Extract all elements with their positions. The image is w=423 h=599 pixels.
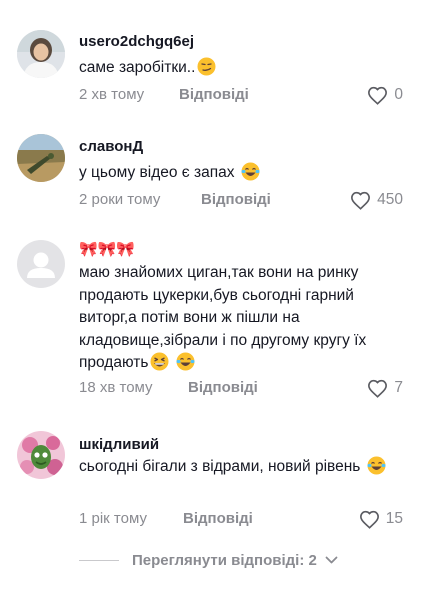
timestamp: 1 рік тому <box>79 510 147 527</box>
reply-button[interactable]: Відповіді <box>188 377 258 399</box>
comment-item: шкідливий сьогодні бігали з відрами, нов… <box>0 430 423 530</box>
reply-button[interactable]: Відповіді <box>183 508 253 530</box>
comment-text: у цьому відео є запах <box>79 162 403 185</box>
like-button[interactable]: 7 <box>367 377 403 399</box>
username[interactable]: шкідливий <box>79 435 403 455</box>
like-count: 7 <box>394 379 403 396</box>
heart-icon <box>368 86 388 105</box>
comment-text-body: сьогодні бігали з відрами, новий рівень <box>79 458 361 475</box>
like-count: 15 <box>385 510 403 527</box>
flower-photo-icon <box>17 431 65 479</box>
like-button[interactable]: 450 <box>350 189 403 211</box>
heart-icon <box>351 191 371 210</box>
comment-item: славонД у цьому відео є запах 2 роки том… <box>0 132 423 212</box>
view-replies-button[interactable]: Переглянути відповіді: 2 <box>79 549 338 571</box>
chevron-down-icon <box>325 556 338 563</box>
reply-button[interactable]: Відповіді <box>179 84 249 106</box>
comment-meta: 2 хв тому Відповіді 0 <box>79 84 403 106</box>
divider <box>79 559 119 561</box>
user-photo-icon <box>17 30 65 78</box>
avatar[interactable] <box>17 30 65 78</box>
landscape-photo-icon <box>17 134 65 182</box>
smirk-emoji-icon <box>197 57 216 76</box>
comment-item: usero2dchgq6ej саме заробітки.. 2 хв том… <box>0 28 423 108</box>
laughing-tears-emoji-icon <box>241 162 260 181</box>
comment-text: маю знайомих циган,так вони на ринку про… <box>79 262 403 375</box>
laughing-tears-emoji-icon <box>367 456 386 475</box>
username[interactable]: usero2dchgq6ej <box>79 32 403 52</box>
heart-icon <box>368 379 388 398</box>
avatar[interactable] <box>17 240 65 288</box>
avatar[interactable] <box>17 134 65 182</box>
username[interactable]: 🎀🎀🎀 <box>79 240 403 260</box>
like-count: 450 <box>377 191 403 208</box>
timestamp: 2 хв тому <box>79 86 145 103</box>
like-button[interactable]: 15 <box>359 508 403 530</box>
comment-text: сьогодні бігали з відрами, новий рівень <box>79 456 403 479</box>
comment-text-body: у цьому відео є запах <box>79 164 235 181</box>
comment-item: 🎀🎀🎀 маю знайомих циган,так вони на ринку… <box>0 237 423 402</box>
comment-text-body: маю знайомих циган,так вони на ринку про… <box>79 264 367 371</box>
username[interactable]: славонД <box>79 137 403 157</box>
reply-button[interactable]: Відповіді <box>201 189 271 211</box>
default-avatar-icon <box>17 240 65 288</box>
avatar[interactable] <box>17 431 65 479</box>
heart-icon <box>359 510 379 529</box>
comment-meta: 2 роки тому Відповіді 450 <box>79 189 403 211</box>
view-replies-label: Переглянути відповіді: 2 <box>132 551 317 569</box>
like-button[interactable]: 0 <box>367 84 403 106</box>
like-count: 0 <box>394 86 403 103</box>
laughing-tears-emoji-icon <box>176 352 195 371</box>
comment-text-body: саме заробітки.. <box>79 59 196 76</box>
timestamp: 2 роки тому <box>79 191 161 208</box>
comment-meta: 18 хв тому Відповіді 7 <box>79 377 403 399</box>
comment-text: саме заробітки.. <box>79 57 403 80</box>
grinning-laughing-emoji-icon <box>150 352 169 371</box>
timestamp: 18 хв тому <box>79 379 153 396</box>
comment-meta: 1 рік тому Відповіді 15 <box>79 508 403 530</box>
